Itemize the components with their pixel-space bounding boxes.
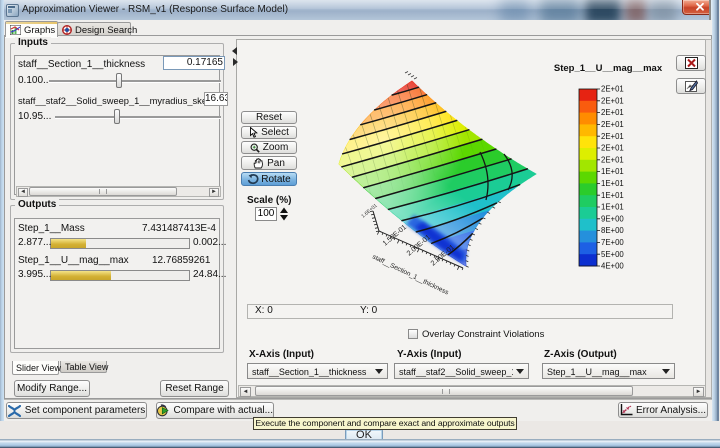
svg-text:2E+01: 2E+01 [601, 155, 624, 164]
svg-text:Step_1__U__mag__max: Step_1__U__mag__max [554, 63, 663, 74]
svg-text:1E+01: 1E+01 [601, 203, 624, 212]
svg-text:2E+01: 2E+01 [601, 96, 624, 105]
svg-text:1.50E-01: 1.50E-01 [382, 224, 408, 248]
svg-text:2E+01: 2E+01 [601, 108, 624, 117]
svg-text:7E+00: 7E+00 [601, 238, 624, 247]
svg-text:9E+00: 9E+00 [601, 214, 624, 223]
svg-text:1E+01: 1E+01 [601, 191, 624, 200]
svg-text:2E+01: 2E+01 [601, 144, 624, 153]
svg-text:2.00E-01: 2.00E-01 [406, 234, 432, 258]
svg-text:5E+00: 5E+00 [601, 250, 624, 259]
svg-text:1.6E+01: 1.6E+01 [360, 203, 378, 220]
svg-text:2E+01: 2E+01 [601, 132, 624, 141]
svg-text:2E+01: 2E+01 [601, 120, 624, 129]
svg-text:2E+01: 2E+01 [601, 85, 624, 94]
svg-text:8E+00: 8E+00 [601, 226, 624, 235]
svg-text:1E+01: 1E+01 [601, 167, 624, 176]
svg-text:1E+01: 1E+01 [601, 179, 624, 188]
svg-text:4E+00: 4E+00 [601, 262, 624, 271]
